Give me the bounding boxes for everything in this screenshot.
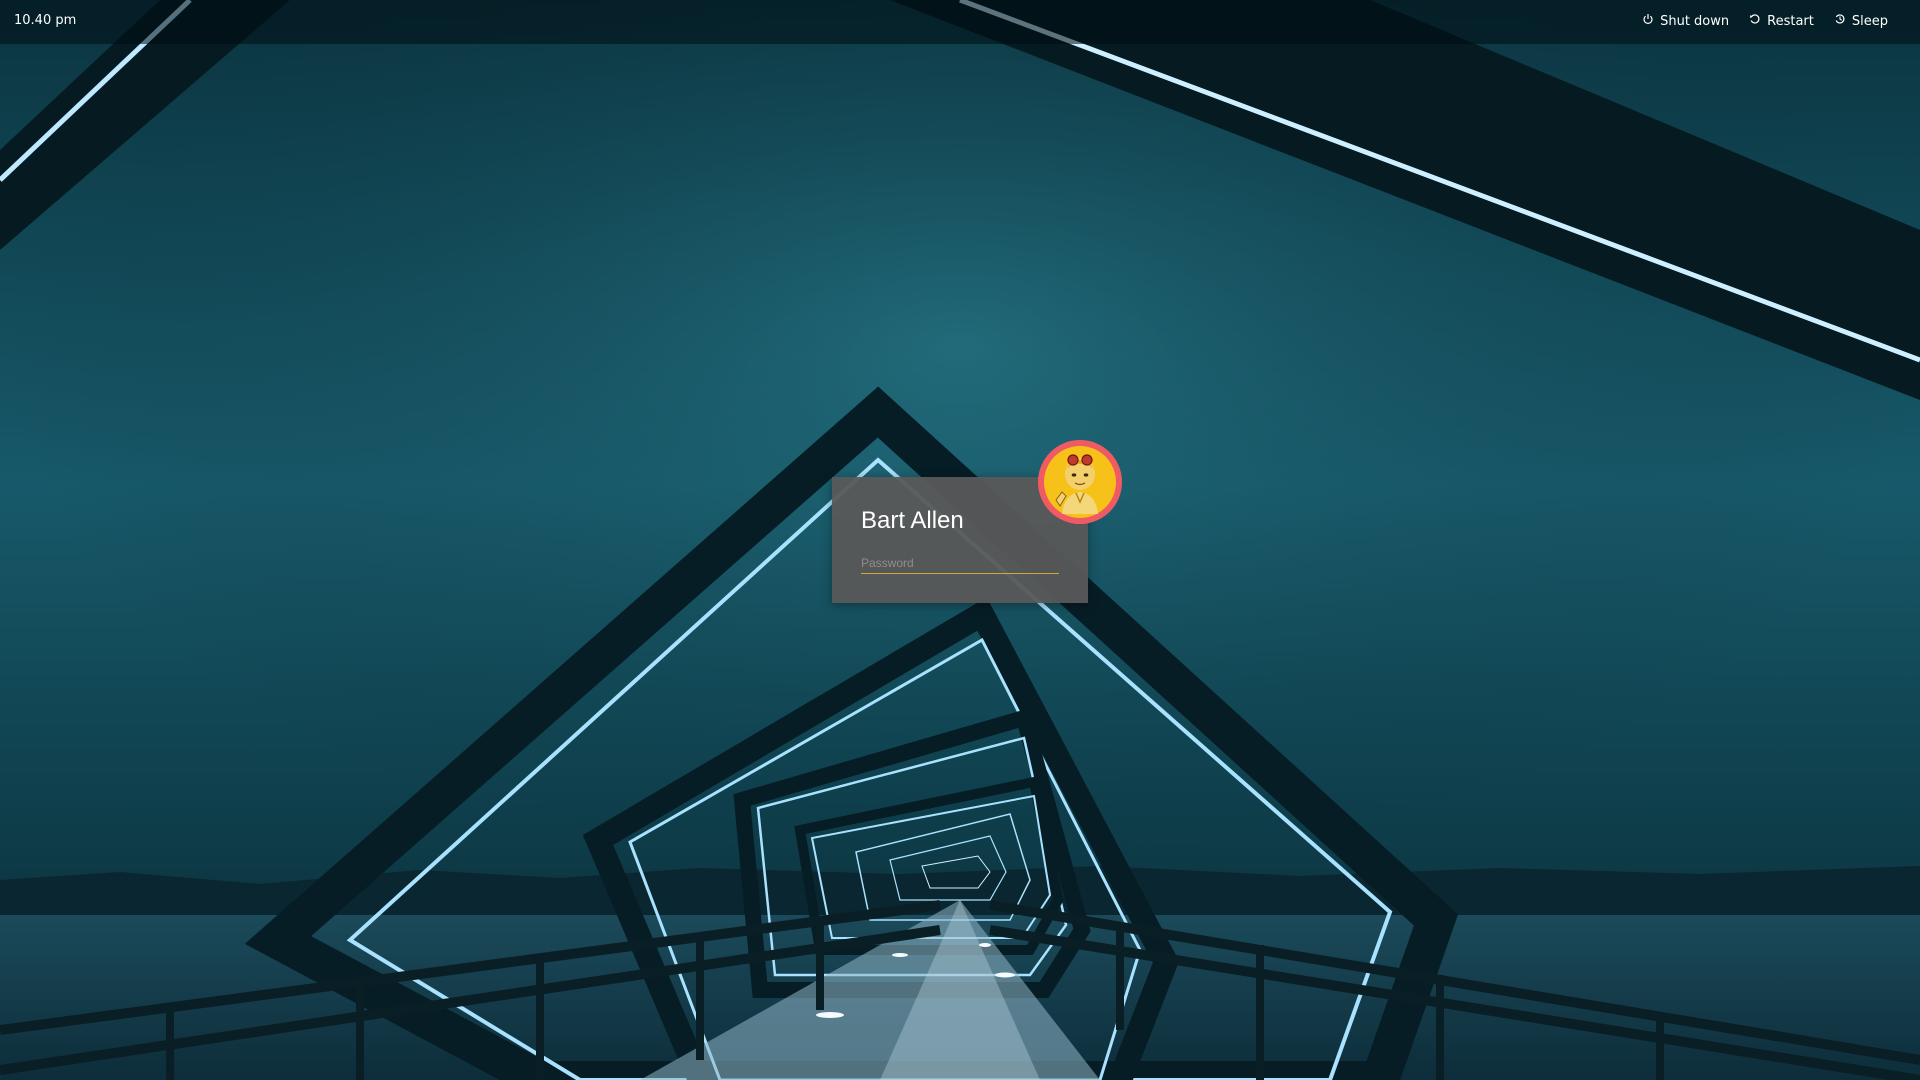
shut-down-button[interactable]: Shut down [1642, 11, 1729, 31]
password-input[interactable] [861, 553, 1059, 574]
power-actions: Shut down Restart Sleep [1642, 11, 1888, 31]
shut-down-label: Shut down [1660, 13, 1730, 29]
restart-label: Restart [1767, 13, 1814, 29]
restart-button[interactable]: Restart [1749, 11, 1814, 31]
top-bar: 10.40 pm Shut down Restart Sleep [0, 0, 1920, 44]
sleep-label: Sleep [1851, 13, 1888, 29]
user-name: Bart Allen [861, 507, 964, 534]
avatar[interactable] [1038, 440, 1122, 524]
sleep-button[interactable]: Sleep [1834, 11, 1888, 31]
sleep-icon [1834, 13, 1846, 29]
user-avatar-icon [1038, 440, 1122, 524]
clock: 10.40 pm [14, 13, 77, 28]
restart-icon [1749, 13, 1761, 29]
power-icon [1642, 13, 1654, 29]
lock-screen: 10.40 pm Shut down Restart Sleep Bart Al… [0, 0, 1920, 1080]
